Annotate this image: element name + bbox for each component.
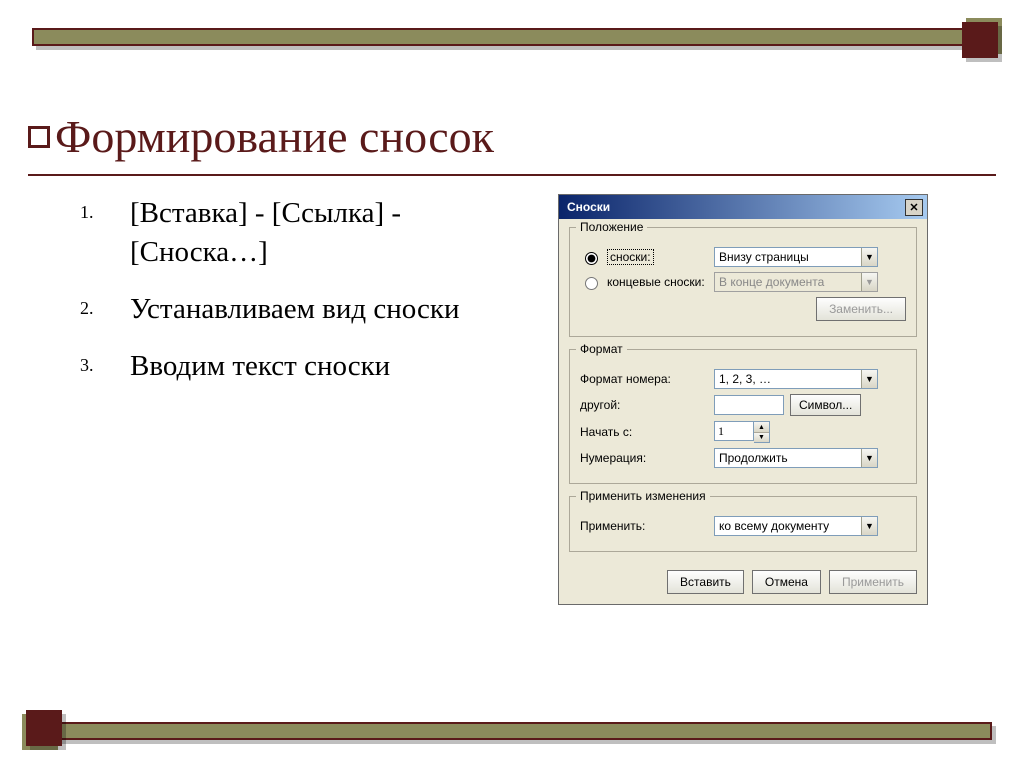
select-value: Внизу страницы: [719, 250, 809, 264]
dialog-title: Сноски: [567, 200, 610, 214]
footnote-radio-label: сноски:: [607, 249, 654, 265]
list-item: 2. Устанавливаем вид сноски: [80, 290, 520, 329]
spinner-up-icon[interactable]: ▲: [754, 422, 769, 432]
select-value: В конце документа: [719, 275, 824, 289]
list-number: 2.: [80, 296, 94, 320]
numbering-row: Нумерация: Продолжить ▼: [580, 448, 906, 468]
other-symbol-input[interactable]: [714, 395, 784, 415]
chevron-down-icon: ▼: [861, 449, 877, 467]
position-group: Положение сноски: Внизу страницы ▼ конце…: [569, 227, 917, 337]
group-legend: Положение: [576, 220, 647, 234]
steps-list: 1. [Вставка] - [Ссылка] - [Сноска…] 2. Уст…: [80, 194, 520, 405]
list-number: 3.: [80, 353, 94, 377]
footnote-position-select[interactable]: Внизу страницы ▼: [714, 247, 878, 267]
apply-button: Применить: [829, 570, 917, 594]
chevron-down-icon: ▼: [861, 273, 877, 291]
footnote-radio[interactable]: [585, 252, 598, 265]
spinner-down-icon[interactable]: ▼: [754, 432, 769, 442]
group-legend: Формат: [576, 342, 627, 356]
decorative-square: [26, 710, 62, 746]
apply-to-row: Применить: ко всему документу ▼: [580, 516, 906, 536]
endnote-row: концевые сноски: В конце документа ▼: [580, 272, 906, 292]
footnote-row: сноски: Внизу страницы ▼: [580, 247, 906, 267]
list-number: 1.: [80, 200, 94, 224]
list-item: 3. Вводим текст сноски: [80, 347, 520, 386]
symbol-button[interactable]: Символ...: [790, 394, 861, 416]
list-text: Устанавливаем вид сноски: [130, 293, 459, 325]
start-at-row: Начать с: ▲ ▼: [580, 421, 906, 443]
close-button[interactable]: ✕: [905, 199, 923, 216]
number-format-row: Формат номера: 1, 2, 3, … ▼: [580, 369, 906, 389]
other-label: другой:: [580, 398, 708, 412]
select-value: 1, 2, 3, …: [719, 372, 771, 386]
titlebar[interactable]: Сноски ✕: [559, 195, 927, 219]
format-group: Формат Формат номера: 1, 2, 3, … ▼ друго…: [569, 349, 917, 484]
group-legend: Применить изменения: [576, 489, 710, 503]
endnote-position-select: В конце документа ▼: [714, 272, 878, 292]
close-icon: ✕: [909, 201, 918, 214]
footnote-dialog: Сноски ✕ Положение сноски: Внизу страниц…: [558, 194, 928, 605]
endnote-radio[interactable]: [585, 277, 598, 290]
dialog-footer: Вставить Отмена Применить: [569, 564, 917, 594]
apply-to-label: Применить:: [580, 519, 708, 533]
endnote-radio-label: концевые сноски:: [607, 275, 705, 289]
spinner-buttons: ▲ ▼: [754, 421, 770, 443]
start-at-label: Начать с:: [580, 425, 708, 439]
numbering-select[interactable]: Продолжить ▼: [714, 448, 878, 468]
start-at-spinner[interactable]: ▲ ▼: [714, 421, 770, 443]
numbering-label: Нумерация:: [580, 451, 708, 465]
chevron-down-icon: ▼: [861, 248, 877, 266]
number-format-label: Формат номера:: [580, 372, 708, 386]
apply-to-select[interactable]: ко всему документу ▼: [714, 516, 878, 536]
chevron-down-icon: ▼: [861, 517, 877, 535]
decorative-bottom-bar: [32, 722, 992, 740]
start-at-input[interactable]: [714, 421, 754, 441]
select-value: ко всему документу: [719, 519, 829, 533]
chevron-down-icon: ▼: [861, 370, 877, 388]
dialog-body: Положение сноски: Внизу страницы ▼ конце…: [559, 219, 927, 604]
slide-title: Формирование сносок: [55, 110, 494, 163]
decorative-square: [962, 22, 998, 58]
replace-row: Заменить...: [580, 297, 906, 321]
select-value: Продолжить: [719, 451, 788, 465]
apply-changes-group: Применить изменения Применить: ко всему …: [569, 496, 917, 552]
list-item: 1. [Вставка] - [Ссылка] - [Сноска…]: [80, 194, 520, 272]
cancel-button[interactable]: Отмена: [752, 570, 821, 594]
list-text: [Вставка] - [Ссылка] - [Сноска…]: [130, 197, 401, 268]
other-row: другой: Символ...: [580, 394, 906, 416]
title-underline: [28, 174, 996, 176]
number-format-select[interactable]: 1, 2, 3, … ▼: [714, 369, 878, 389]
list-text: Вводим текст сноски: [130, 350, 390, 382]
insert-button[interactable]: Вставить: [667, 570, 744, 594]
replace-button: Заменить...: [816, 297, 906, 321]
decorative-top-bar: [32, 28, 992, 46]
